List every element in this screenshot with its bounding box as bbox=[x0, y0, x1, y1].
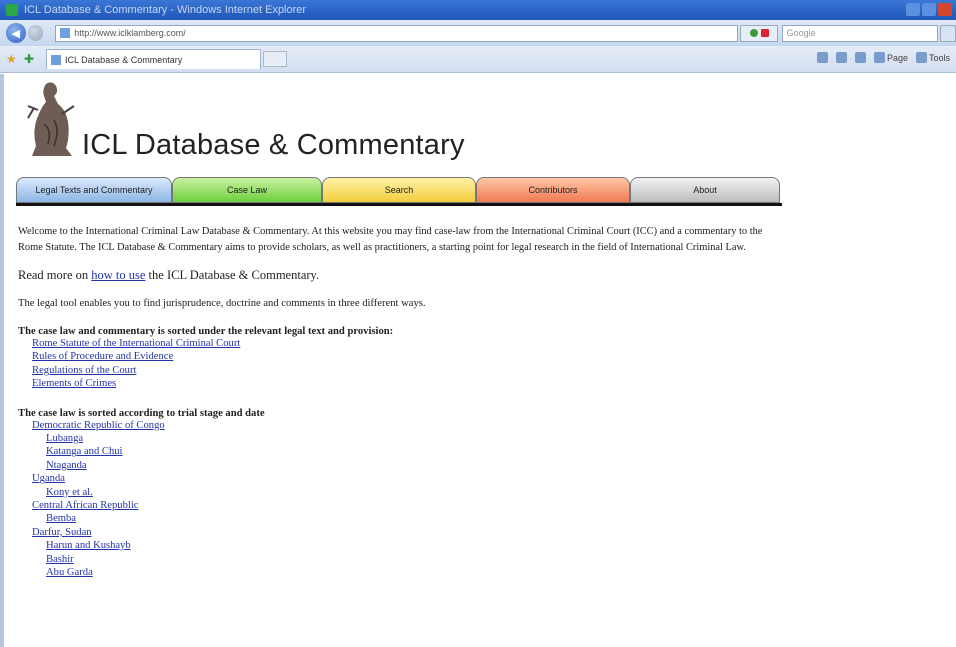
page-menu-label: Page bbox=[886, 52, 908, 63]
nav-divider bbox=[16, 203, 782, 206]
search-icon[interactable] bbox=[940, 24, 956, 42]
tool-note: The legal tool enables you to find juris… bbox=[18, 298, 426, 309]
section-legal-texts-heading: The case law and commentary is sorted un… bbox=[18, 326, 394, 337]
case-kony[interactable]: Kony et al. bbox=[46, 486, 788, 499]
add-favorites-icon[interactable]: ✚ bbox=[24, 53, 36, 65]
case-abu-garda[interactable]: Abu Garda bbox=[46, 566, 788, 579]
tab-bar: ★ ✚ ICL Database & Commentary Page Tools bbox=[0, 46, 956, 73]
print-icon bbox=[854, 52, 866, 63]
situation-drc[interactable]: Democratic Republic of Congo bbox=[32, 419, 788, 432]
legal-texts-list: Rome Statute of the International Crimin… bbox=[32, 337, 788, 391]
link-rome-statute[interactable]: Rome Statute of the International Crimin… bbox=[32, 337, 788, 350]
tab-title: ICL Database & Commentary bbox=[65, 54, 183, 65]
tools-menu[interactable]: Tools bbox=[915, 52, 950, 63]
page-menu[interactable]: Page bbox=[873, 52, 908, 63]
case-bashir[interactable]: Bashir bbox=[46, 553, 788, 566]
how-to-use-link[interactable]: how to use bbox=[91, 268, 145, 282]
case-lubanga[interactable]: Lubanga bbox=[46, 432, 788, 445]
case-bemba[interactable]: Bemba bbox=[46, 512, 788, 525]
feeds-icon bbox=[835, 52, 847, 63]
address-bar: ◀ http://www.iclklamberg.com/ Google bbox=[0, 20, 956, 46]
stop-icon[interactable] bbox=[760, 29, 769, 37]
nav-tab-about[interactable]: About bbox=[630, 177, 780, 203]
situation-uganda[interactable]: Uganda bbox=[32, 472, 788, 485]
link-rules-procedure[interactable]: Rules of Procedure and Evidence bbox=[32, 350, 788, 363]
section-trial-stage-heading: The case law is sorted according to tria… bbox=[18, 407, 265, 419]
intro-paragraph: Welcome to the International Criminal La… bbox=[18, 226, 763, 253]
address-url: http://www.iclklamberg.com/ bbox=[74, 28, 186, 38]
situation-car[interactable]: Central African Republic bbox=[32, 499, 788, 512]
home-icon bbox=[816, 52, 828, 63]
back-button[interactable]: ◀ bbox=[6, 23, 26, 43]
nav-tab-search[interactable]: Search bbox=[322, 177, 476, 203]
minimize-button[interactable] bbox=[906, 3, 920, 16]
close-button[interactable] bbox=[938, 3, 952, 16]
page-icon bbox=[60, 28, 71, 38]
situations-list: Democratic Republic of Congo Lubanga Kat… bbox=[18, 419, 788, 580]
window-title: ICL Database & Commentary - Windows Inte… bbox=[24, 4, 307, 16]
command-bar: Page Tools bbox=[816, 52, 950, 63]
print-button[interactable] bbox=[854, 52, 866, 63]
tools-icon bbox=[915, 52, 927, 63]
new-tab-button[interactable] bbox=[263, 51, 287, 67]
site-nav: Legal Texts and Commentary Case Law Sear… bbox=[16, 177, 782, 205]
favorites-star-icon[interactable]: ★ bbox=[6, 53, 18, 65]
search-input[interactable]: Google bbox=[781, 24, 939, 42]
case-katanga-chui[interactable]: Katanga and Chui bbox=[46, 445, 788, 458]
maximize-button[interactable] bbox=[922, 3, 936, 16]
case-ntaganda[interactable]: Ntaganda bbox=[46, 459, 788, 472]
tab-page-icon bbox=[51, 54, 61, 65]
refresh-icon[interactable] bbox=[749, 29, 758, 37]
page-menu-icon bbox=[873, 52, 885, 63]
read-more-suffix: the ICL Database & Commentary. bbox=[148, 268, 320, 282]
address-field[interactable]: http://www.iclklamberg.com/ bbox=[55, 24, 739, 42]
read-more-prefix: Read more on bbox=[18, 268, 89, 282]
page-viewport: ICL Database & Commentary Legal Texts an… bbox=[0, 74, 956, 647]
nav-tab-legal-texts[interactable]: Legal Texts and Commentary bbox=[16, 177, 172, 203]
browser-tab[interactable]: ICL Database & Commentary bbox=[46, 49, 261, 69]
browser-app-icon bbox=[6, 4, 18, 16]
feeds-button[interactable] bbox=[835, 52, 847, 63]
forward-button[interactable] bbox=[27, 25, 44, 41]
link-elements-crimes[interactable]: Elements of Crimes bbox=[32, 377, 788, 390]
site-title: ICL Database & Commentary bbox=[82, 129, 465, 161]
window-titlebar: ICL Database & Commentary - Windows Inte… bbox=[0, 0, 956, 20]
situation-darfur[interactable]: Darfur, Sudan bbox=[32, 526, 788, 539]
justitia-statue-logo bbox=[24, 80, 78, 160]
main-content: Welcome to the International Criminal La… bbox=[18, 224, 788, 580]
link-regulations-court[interactable]: Regulations of the Court bbox=[32, 364, 788, 377]
window-controls bbox=[906, 3, 952, 16]
tools-menu-label: Tools bbox=[928, 52, 950, 63]
nav-tab-case-law[interactable]: Case Law bbox=[172, 177, 322, 203]
read-more-line: Read more on how to use the ICL Database… bbox=[18, 268, 788, 283]
search-placeholder: Google bbox=[786, 28, 816, 38]
nav-tab-contributors[interactable]: Contributors bbox=[476, 177, 630, 203]
home-button[interactable] bbox=[816, 52, 828, 63]
case-harun-kushayb[interactable]: Harun and Kushayb bbox=[46, 539, 788, 552]
refresh-stop-group bbox=[740, 24, 778, 42]
